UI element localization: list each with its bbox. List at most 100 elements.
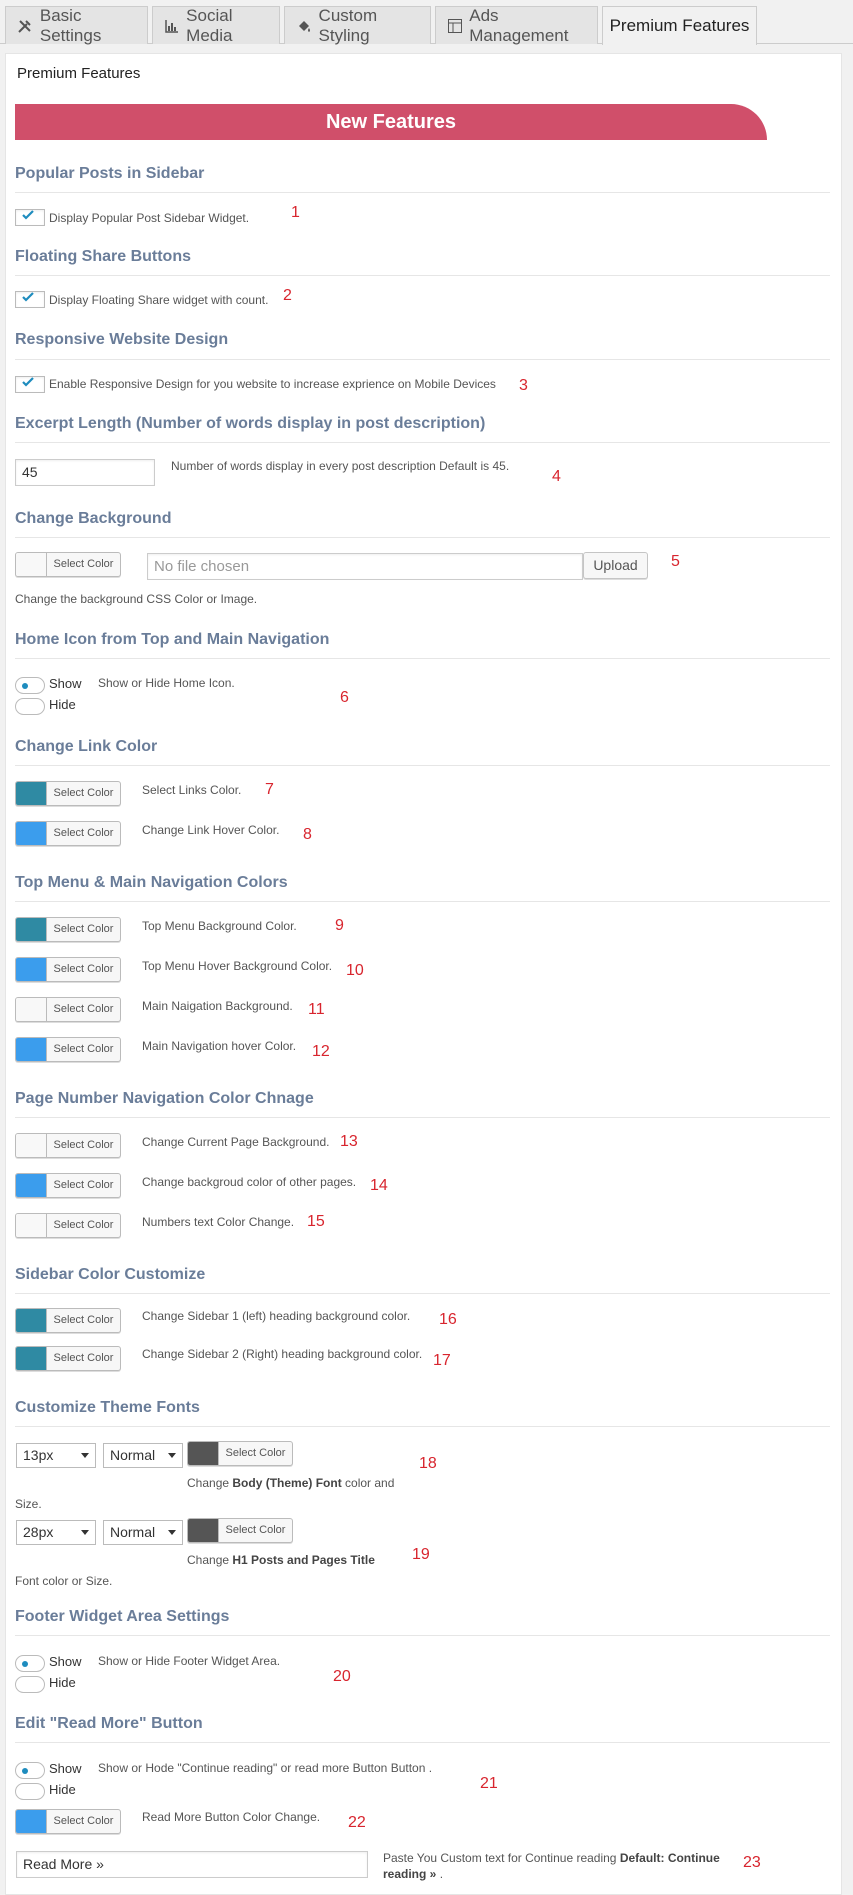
read-more-color-label: Read More Button Color Change. [142,1810,321,1824]
radio-label-hide: Hide [49,1675,76,1690]
divider [15,192,830,193]
picker-label: Select Color [53,1219,114,1231]
sidebar2-heading-color-picker[interactable]: Select Color [15,1346,121,1371]
section-title-footer: Footer Widget Area Settings [15,1608,230,1625]
floating-share-label: Display Floating Share widget with count… [49,293,269,307]
numbers-text-color-label: Numbers text Color Change. [142,1215,295,1229]
tab-label: Basic Settings [39,5,102,45]
paint-bucket-icon [295,17,313,35]
background-file-input[interactable]: No file chosen [147,553,583,580]
tab-label: Premium Features [609,16,750,35]
h1-font-color-picker[interactable]: Select Color [187,1518,293,1543]
select-value: Normal [110,1447,156,1463]
section-title-link-color: Change Link Color [15,738,158,755]
annotation-1: 1 [291,204,300,221]
read-more-hide-radio[interactable] [15,1783,45,1800]
picker-label: Select Color [53,1815,114,1827]
color-swatch [16,1214,47,1237]
color-swatch [16,1174,47,1197]
responsive-checkbox[interactable] [15,376,45,393]
annotation-23: 23 [743,1854,761,1871]
tab-custom-styling[interactable]: Custom Styling [284,5,431,45]
top-menu-hover-color-picker[interactable]: Select Color [15,957,121,982]
annotation-6: 6 [340,689,349,706]
annotation-7: 7 [265,781,274,798]
read-more-show-radio[interactable] [15,1762,45,1779]
link-color-picker[interactable]: Select Color [15,781,121,806]
divider [15,359,830,360]
main-nav-bg-color-picker[interactable]: Select Color [15,997,121,1022]
annotation-20: 20 [333,1668,351,1685]
divider [15,275,830,276]
read-more-color-picker[interactable]: Select Color [15,1809,121,1834]
top-menu-hover-label: Top Menu Hover Background Color. [142,959,333,973]
picker-label: Select Color [53,1139,114,1151]
footer-hide-radio[interactable] [15,1676,45,1693]
radio-label-hide: Hide [49,1782,76,1797]
read-more-text-input[interactable]: Read More » [16,1851,368,1878]
tab-social-media[interactable]: Social Media [152,6,280,45]
new-features-banner: New Features [15,104,767,140]
tab-label: Ads Management [469,5,569,45]
picker-label: Select Color [53,787,114,799]
body-font-weight-select[interactable]: Normal [103,1443,183,1468]
desc-bold: Default: Continue [619,1851,720,1865]
picker-label: Select Color [53,558,114,570]
desc-text: . [439,1867,444,1881]
divider [15,442,830,443]
current-page-bg-color-picker[interactable]: Select Color [15,1133,121,1158]
picker-label: Select Color [53,1003,114,1015]
tab-ads-management[interactable]: Ads Management [435,5,598,45]
section-title-responsive: Responsive Website Design [15,331,229,348]
h1-font-weight-select[interactable]: Normal [103,1520,183,1545]
sidebar1-heading-color-picker[interactable]: Select Color [15,1308,121,1333]
annotation-9: 9 [335,917,344,934]
annotation-18: 18 [419,1455,437,1472]
color-swatch [16,1810,47,1833]
link-hover-color-picker[interactable]: Select Color [15,821,121,846]
main-nav-hover-label: Main Navigation hover Color. [142,1039,297,1053]
color-swatch [188,1519,219,1542]
numbers-text-color-picker[interactable]: Select Color [15,1213,121,1238]
background-color-picker[interactable]: Select Color [15,552,121,577]
picker-label: Select Color [225,1447,286,1459]
upload-button[interactable]: Upload [583,552,648,579]
checkmark-icon [22,377,34,387]
tab-basic-settings[interactable]: Basic Settings [5,5,148,45]
main-nav-hover-color-picker[interactable]: Select Color [15,1037,121,1062]
body-font-color-picker[interactable]: Select Color [187,1441,293,1466]
excerpt-length-description: Number of words display in every post de… [171,459,510,473]
home-icon-show-radio[interactable] [15,677,45,694]
picker-label: Select Color [53,1352,114,1364]
other-pages-bg-color-picker[interactable]: Select Color [15,1173,121,1198]
section-title-floating-share: Floating Share Buttons [15,248,191,265]
top-menu-bg-color-picker[interactable]: Select Color [15,917,121,942]
section-title-background: Change Background [15,510,172,527]
select-value: 13px [23,1447,54,1463]
settings-panel: Premium Features New Features Popular Po… [5,53,842,1895]
color-swatch [16,958,47,981]
h1-font-size-select[interactable]: 28px [16,1520,96,1545]
tab-label: Custom Styling [318,5,378,45]
radio-label-show: Show [49,1654,82,1669]
caret-down-icon [168,1530,176,1535]
sidebar2-heading-label: Change Sidebar 2 (Right) heading backgro… [142,1347,423,1361]
footer-show-radio[interactable] [15,1655,45,1672]
floating-share-checkbox[interactable] [15,291,45,308]
excerpt-length-input[interactable]: 45 [15,459,155,486]
h1-font-description: Change H1 Posts and Pages Title [187,1553,375,1567]
top-menu-bg-label: Top Menu Background Color. [142,919,297,933]
desc-bold: H1 Posts and Pages Title [232,1553,375,1567]
annotation-11: 11 [308,1001,325,1018]
tab-premium-features[interactable]: Premium Features [602,6,757,45]
caret-down-icon [81,1453,89,1458]
annotation-16: 16 [439,1311,457,1328]
home-icon-hide-radio[interactable] [15,698,45,715]
divider [15,1635,830,1636]
popular-posts-checkbox[interactable] [15,209,45,226]
body-font-size-select[interactable]: 13px [16,1443,96,1468]
picker-label: Select Color [53,963,114,975]
radio-label-hide: Hide [49,697,76,712]
section-title-home-icon: Home Icon from Top and Main Navigation [15,631,330,648]
panel-title: Premium Features [17,65,141,82]
